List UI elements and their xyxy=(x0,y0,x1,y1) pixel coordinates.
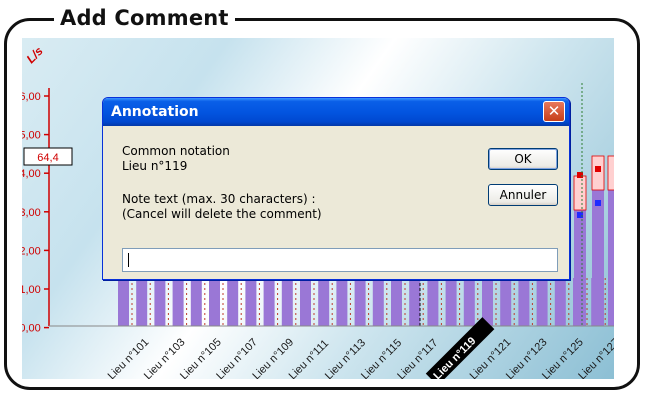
chart-bar xyxy=(409,278,421,326)
chart-bar xyxy=(391,278,402,326)
series-low-point xyxy=(595,200,601,206)
chart-bar xyxy=(518,278,530,326)
y-tick-label: 66,00 xyxy=(22,91,41,103)
chart-bar xyxy=(427,278,439,326)
range-band xyxy=(607,155,614,191)
dialog-body: Common notation Lieu n°119 Note text (ma… xyxy=(106,126,566,276)
chart-bar xyxy=(554,278,566,326)
chart-bar xyxy=(500,278,512,326)
chart-bar xyxy=(354,278,366,326)
chart-bar xyxy=(608,190,614,326)
chart-bar xyxy=(445,278,457,326)
chart-bar xyxy=(190,278,202,326)
y-tick-label: 65,00 xyxy=(22,130,41,142)
note-instruction: Note text (max. 30 characters) : xyxy=(122,192,316,206)
dialog-titlebar[interactable]: Annotation ✕ xyxy=(103,98,569,126)
dialog-title: Annotation xyxy=(111,104,199,120)
chart-bar xyxy=(463,278,475,326)
chart-bar xyxy=(172,278,184,326)
chart-bar xyxy=(574,210,586,326)
current-value-label: 64,4 xyxy=(37,152,58,164)
chart-bar xyxy=(136,278,148,326)
chart-bar xyxy=(281,278,293,326)
y-tick-label: 62,00 xyxy=(22,245,41,257)
chart-bar xyxy=(300,278,311,326)
y-tick-label: 64,00 xyxy=(22,168,41,180)
close-icon[interactable]: ✕ xyxy=(543,101,565,122)
chart-bar xyxy=(118,278,129,326)
cancel-button[interactable]: Annuler xyxy=(488,184,558,206)
annotation-dialog: Annotation ✕ Common notation Lieu n°119 … xyxy=(102,97,570,280)
cancel-hint: (Cancel will delete the comment) xyxy=(122,207,322,221)
range-band xyxy=(591,155,605,191)
ok-button[interactable]: OK xyxy=(488,148,558,170)
location-label: Lieu n°119 xyxy=(122,159,188,173)
chart-bar xyxy=(336,278,348,326)
chart-bar xyxy=(209,278,220,326)
chart-bar xyxy=(318,278,330,326)
note-text-input[interactable] xyxy=(122,248,558,272)
chart-bar xyxy=(154,278,166,326)
chart-bar xyxy=(372,278,384,326)
y-tick-label: 60,00 xyxy=(22,323,41,335)
chart-bar xyxy=(592,190,604,326)
frame-title: Add Comment xyxy=(54,6,235,30)
chart-bar xyxy=(263,278,275,326)
chart-bar xyxy=(245,278,257,326)
range-band xyxy=(573,175,587,211)
series-high-point xyxy=(595,166,601,172)
chart-bar xyxy=(536,278,548,326)
chart-bar xyxy=(227,278,239,326)
notation-label: Common notation xyxy=(122,144,230,158)
y-tick-label: 61,00 xyxy=(22,284,41,296)
y-tick-label: 63,00 xyxy=(22,207,41,219)
text-caret xyxy=(128,253,129,267)
